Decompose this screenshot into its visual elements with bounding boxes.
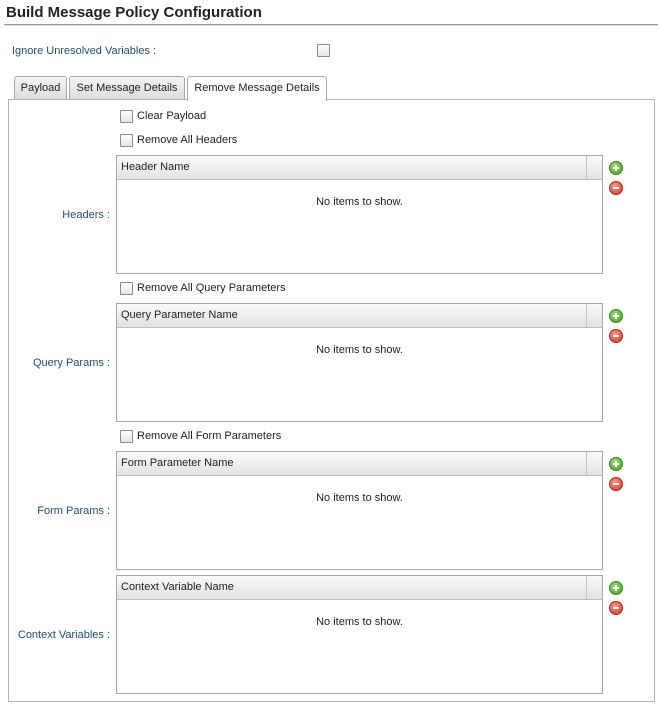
form-column-title: Form Parameter Name bbox=[121, 457, 234, 469]
title-divider bbox=[4, 24, 658, 26]
query-params-label: Query Params : bbox=[32, 357, 110, 369]
add-query-button[interactable] bbox=[609, 309, 623, 323]
tab-set-message-details[interactable]: Set Message Details bbox=[69, 76, 185, 100]
ignore-unresolved-label: Ignore Unresolved Variables : bbox=[12, 45, 157, 57]
query-params-grid: Query Parameter Name No items to show. bbox=[116, 303, 603, 422]
context-column-title: Context Variable Name bbox=[121, 581, 234, 593]
form-params-label: Form Params : bbox=[37, 505, 110, 517]
context-column-header[interactable]: Context Variable Name bbox=[117, 576, 602, 600]
context-empty-message: No items to show. bbox=[316, 616, 403, 628]
remove-form-button[interactable] bbox=[609, 477, 623, 491]
headers-empty-message: No items to show. bbox=[316, 196, 403, 208]
context-variables-label: Context Variables : bbox=[17, 629, 110, 641]
remove-query-button[interactable] bbox=[609, 329, 623, 343]
remove-context-button[interactable] bbox=[609, 601, 623, 615]
remove-all-form-label: Remove All Form Parameters bbox=[137, 430, 282, 442]
headers-label: Headers : bbox=[62, 209, 110, 221]
ignore-unresolved-checkbox[interactable] bbox=[317, 44, 330, 57]
add-context-button[interactable] bbox=[609, 581, 623, 595]
headers-column-title: Header Name bbox=[121, 161, 190, 173]
form-params-grid: Form Parameter Name No items to show. bbox=[116, 451, 603, 570]
query-column-header[interactable]: Query Parameter Name bbox=[117, 304, 602, 328]
remove-all-query-label: Remove All Query Parameters bbox=[137, 282, 286, 294]
remove-all-headers-checkbox[interactable] bbox=[120, 134, 133, 147]
add-form-button[interactable] bbox=[609, 457, 623, 471]
query-column-title: Query Parameter Name bbox=[121, 309, 238, 321]
page-title: Build Message Policy Configuration bbox=[6, 4, 262, 21]
column-divider bbox=[586, 452, 587, 475]
remove-all-query-checkbox[interactable] bbox=[120, 282, 133, 295]
context-variables-grid: Context Variable Name No items to show. bbox=[116, 575, 603, 694]
form-column-header[interactable]: Form Parameter Name bbox=[117, 452, 602, 476]
headers-column-header[interactable]: Header Name bbox=[117, 156, 602, 180]
remove-all-form-checkbox[interactable] bbox=[120, 430, 133, 443]
tab-remove-message-details[interactable]: Remove Message Details bbox=[187, 76, 327, 101]
tab-payload[interactable]: Payload bbox=[14, 76, 67, 100]
query-empty-message: No items to show. bbox=[316, 344, 403, 356]
remove-all-headers-label: Remove All Headers bbox=[137, 134, 238, 146]
clear-payload-label: Clear Payload bbox=[137, 110, 207, 122]
add-header-button[interactable] bbox=[609, 161, 623, 175]
column-divider bbox=[586, 576, 587, 599]
headers-grid: Header Name No items to show. bbox=[116, 155, 603, 274]
column-divider bbox=[586, 156, 587, 179]
form-empty-message: No items to show. bbox=[316, 492, 403, 504]
remove-header-button[interactable] bbox=[609, 181, 623, 195]
column-divider bbox=[586, 304, 587, 327]
clear-payload-checkbox[interactable] bbox=[120, 110, 133, 123]
